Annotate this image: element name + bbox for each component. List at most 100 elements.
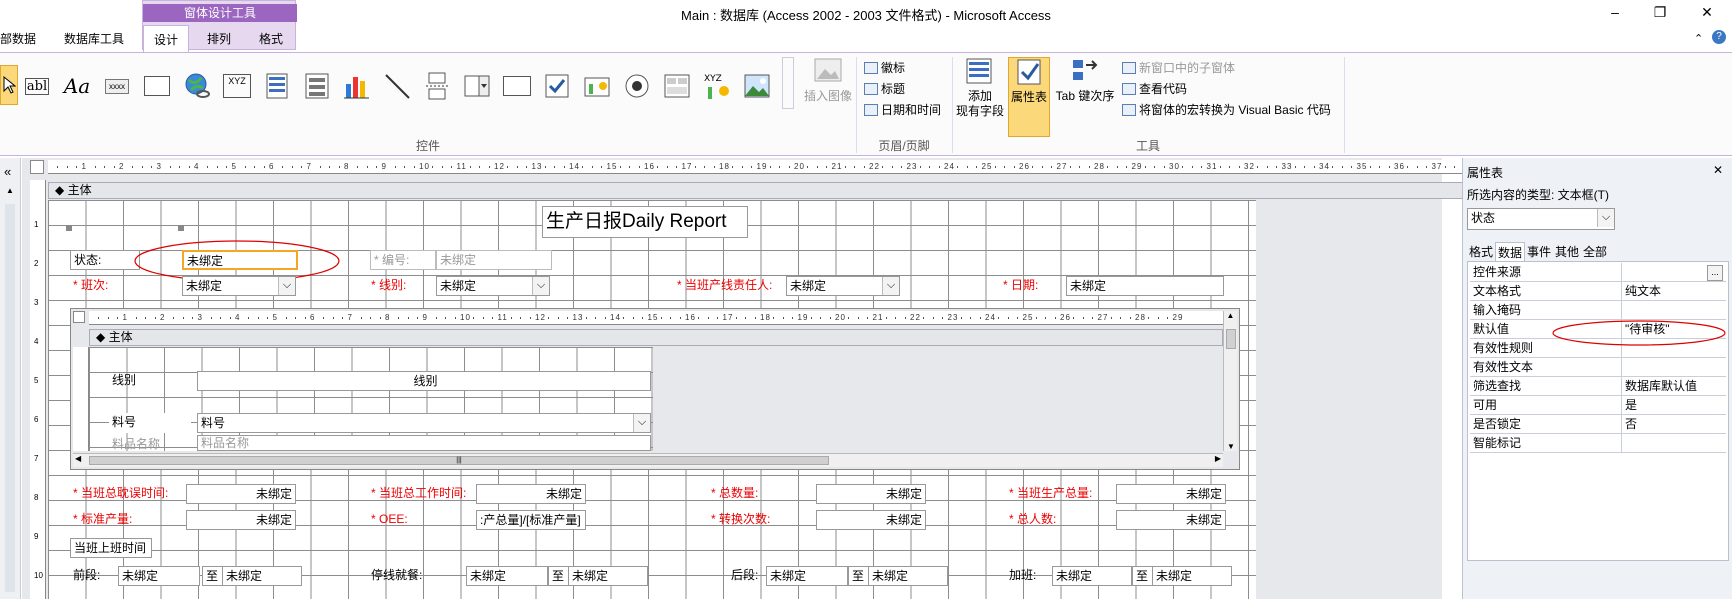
status-label[interactable]: 状态: [70,250,140,270]
shift-owner-label[interactable]: * 当班产线责任人: [674,276,804,296]
subform-selector[interactable] [73,311,85,323]
form-selector[interactable] [30,160,44,174]
shift-combo[interactable]: 未绑定 [182,276,296,296]
web-browser-control-icon[interactable]: XYZ [222,71,252,101]
subform-control-icon[interactable] [662,71,692,101]
line-control-icon[interactable] [382,71,412,101]
number-textbox[interactable]: 未绑定 [436,250,552,270]
nav-scrollbar[interactable] [5,204,15,592]
property-sheet-button[interactable]: 属性表 [1008,57,1050,137]
line-combo[interactable]: 未绑定 [436,276,550,296]
period-2-from[interactable]: 未绑定 [466,566,548,586]
period-3-from[interactable]: 未绑定 [766,566,848,586]
property-row[interactable]: 文本格式 纯文本 [1470,282,1726,301]
tab-external-data[interactable]: 部数据 [0,30,36,50]
overtime-to[interactable]: 未绑定 [1152,566,1232,586]
property-row[interactable]: 筛选查找 数据库默认值 [1470,377,1726,396]
subform-line-label[interactable]: 线别 [109,371,191,391]
period-2-to-label[interactable]: 至 [548,566,570,586]
period-3-to[interactable]: 未绑定 [868,566,948,586]
period-1-from[interactable]: 未绑定 [118,566,200,586]
subform-new-window-button[interactable]: 新窗口中的子窗体 [1122,59,1235,76]
select-pointer-icon[interactable] [0,65,18,105]
downtime-textbox[interactable]: 未绑定 [186,484,296,504]
add-existing-fields-button[interactable]: 添加 现有字段 [956,57,1004,119]
line-label[interactable]: * 线别: [368,276,434,296]
period-2-label[interactable]: 停线就餐: [368,566,456,586]
convert-macros-button[interactable]: 将窗体的宏转换为 Visual Basic 代码 [1122,101,1331,118]
chart-control-icon[interactable] [342,71,372,101]
help-icon[interactable]: ? [1712,30,1726,44]
subform-section-header[interactable]: ◆ 主体 [89,329,1223,346]
hyperlink-control-icon[interactable] [182,71,212,101]
property-row[interactable]: 有效性文本 [1470,358,1726,377]
scroll-thumb[interactable]: ||| [89,456,829,465]
navigation-control-icon[interactable] [262,71,292,101]
subform-horizontal-scrollbar[interactable]: ◀ ||| ▶ [73,453,1223,467]
close-button[interactable]: ✕ [1692,4,1722,21]
property-sheet-close-icon[interactable]: ✕ [1713,163,1723,177]
period-1-to[interactable]: 未绑定 [222,566,302,586]
combo-box-control-icon[interactable] [462,71,492,101]
period-2-to[interactable]: 未绑定 [568,566,648,586]
standard-output-textbox[interactable]: 未绑定 [186,510,296,530]
insert-image-button[interactable]: 插入图像 [800,57,856,104]
prop-tab-other[interactable]: 其他 [1553,242,1581,261]
minimize-button[interactable]: – [1600,4,1630,20]
bound-object-frame-icon[interactable]: XYZ [702,71,732,101]
tab-arrange[interactable]: 排列 [207,30,231,50]
headcount-textbox[interactable]: 未绑定 [1116,510,1226,530]
unbound-object-frame-icon[interactable] [582,71,612,101]
selected-control-combo[interactable]: 状态 [1467,208,1615,230]
subform-control[interactable]: 1 2 3 4 5 6 7 8 9 10 11 12 13 14 15 16 17 18 19 20 21 22 23 24 2… [70,308,1240,470]
overtime-label[interactable]: 加班: [1006,566,1054,586]
tab-design[interactable]: 设计 [143,25,190,52]
property-value[interactable]: 是 [1623,396,1637,414]
prop-tab-event[interactable]: 事件 [1525,242,1553,261]
subform-vertical-ruler[interactable] [73,347,89,451]
move-handle[interactable] [178,225,184,231]
shift-time-label[interactable]: 当班上班时间 [70,538,152,558]
property-row[interactable]: 智能标记 [1470,434,1726,453]
changeover-label[interactable]: * 转换次数: [708,510,818,530]
report-title[interactable]: 生产日报Daily Report [542,206,748,238]
navigation-pane[interactable]: « ▲ [0,158,21,599]
property-row[interactable]: 是否锁定否 [1470,415,1726,434]
prop-tab-all[interactable]: 全部 [1581,242,1609,261]
vertical-ruler[interactable]: 1 2 3 4 5 6 7 8 9 10 [30,180,46,599]
restore-button[interactable]: ❐ [1645,4,1675,21]
option-button-control-icon[interactable] [622,71,652,101]
shift-owner-combo[interactable]: 未绑定 [786,276,900,296]
label-control-icon[interactable]: Aa [62,71,92,101]
oee-label[interactable]: * OEE: [368,510,468,530]
worktime-textbox[interactable]: 未绑定 [476,484,586,504]
subform-partname-label[interactable]: 料品名称 [109,435,191,455]
tab-order-button[interactable]: Tab 键次序 [1052,57,1118,104]
period-1-to-label[interactable]: 至 [202,566,224,586]
subform-horizontal-ruler[interactable]: 1 2 3 4 5 6 7 8 9 10 11 12 13 14 15 16 17 18 19 20 21 22 23 24 2… [89,311,1223,325]
overtime-from[interactable]: 未绑定 [1052,566,1132,586]
standard-output-label[interactable]: * 标准产量: [70,510,180,530]
option-group-control-icon[interactable] [302,71,332,101]
date-time-button[interactable]: 日期和时间 [864,101,941,118]
subform-vertical-scrollbar[interactable]: ▲ ▼ [1223,311,1237,451]
shift-label[interactable]: * 班次: [70,276,180,296]
scroll-up-icon[interactable]: ▲ [3,186,17,198]
horizontal-ruler[interactable]: 1 2 3 4 5 6 7 8 9 10 11 12 13 14 15 16 17 18 19 20 21 22 23 24 2… [48,160,1468,174]
number-label[interactable]: * 编号: [370,250,436,270]
property-value[interactable]: 否 [1623,415,1637,433]
subform-partname-textbox[interactable]: 料品名称 [197,435,651,451]
total-quantity-textbox[interactable]: 未绑定 [816,484,926,504]
downtime-label[interactable]: * 当班总耽误时间: [70,484,200,504]
view-code-button[interactable]: 查看代码 [1122,80,1187,97]
textbox-control-icon[interactable]: abl [22,71,52,101]
subform-part-label[interactable]: 料号 [109,413,191,433]
move-handle[interactable] [66,225,72,231]
nav-expand-icon[interactable]: « [4,164,11,179]
date-label[interactable]: * 日期: [1000,276,1066,296]
overtime-to-label[interactable]: 至 [1132,566,1154,586]
property-value[interactable]: 纯文本 [1623,282,1661,300]
shift-output-textbox[interactable]: 未绑定 [1116,484,1226,504]
total-quantity-label[interactable]: * 总数量: [708,484,818,504]
logo-button[interactable]: 徽标 [864,59,905,76]
